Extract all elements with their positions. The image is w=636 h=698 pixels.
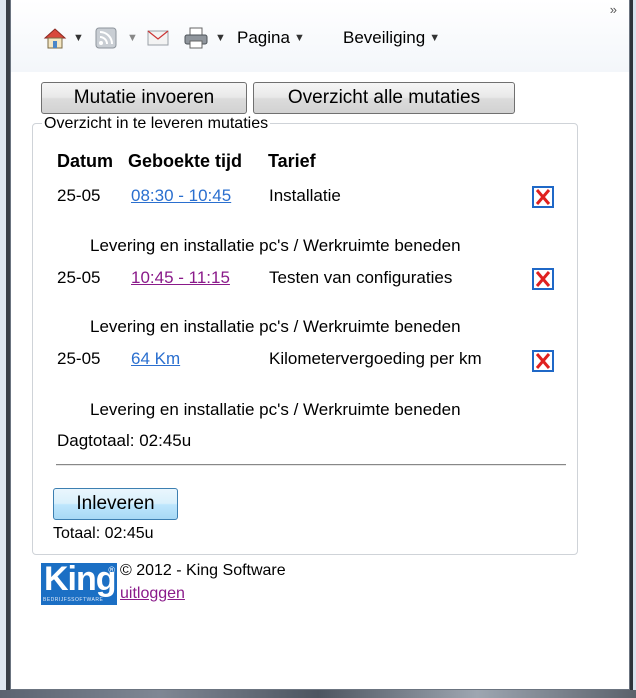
window-left-border <box>0 0 10 698</box>
delete-cross-icon <box>535 189 551 205</box>
home-icon <box>43 26 67 50</box>
row-description: Levering en installatie pc's / Werkruimt… <box>90 400 461 419</box>
delete-button[interactable] <box>532 350 554 372</box>
panel-legend: Overzicht in te leveren mutaties <box>42 115 271 133</box>
row-time-link[interactable]: 08:30 - 10:45 <box>131 186 231 206</box>
delete-cross-icon <box>535 271 551 287</box>
toolbar-overflow-chevron[interactable]: » <box>610 2 617 17</box>
home-dropdown-arrow[interactable]: ▼ <box>73 24 84 52</box>
feeds-dropdown-arrow[interactable]: ▼ <box>127 24 138 52</box>
logo-text: King <box>44 560 117 598</box>
delete-cross-icon <box>535 353 551 369</box>
mail-icon <box>147 28 171 48</box>
king-logo: King ® BEDRIJFSSOFTWARE <box>41 560 117 605</box>
submit-button[interactable]: Inleveren <box>53 488 178 520</box>
print-dropdown-arrow[interactable]: ▼ <box>215 24 226 52</box>
page-menu-label: Pagina <box>237 28 290 47</box>
all-mutations-button[interactable]: Overzicht alle mutaties <box>253 82 515 114</box>
row-date: 25-05 <box>57 268 101 287</box>
delete-button[interactable] <box>532 268 554 290</box>
row-date: 25-05 <box>57 186 101 205</box>
feeds-icon <box>95 27 117 49</box>
logo-registered-mark: ® <box>108 565 115 575</box>
logout-link[interactable]: uitloggen <box>120 585 185 603</box>
page-menu[interactable]: Pagina ▼ <box>237 24 305 52</box>
row-description: Levering en installatie pc's / Werkruimt… <box>90 236 461 255</box>
print-button[interactable] <box>183 24 209 52</box>
grand-total: Totaal: 02:45u <box>53 525 154 542</box>
copyright-text: © 2012 - King Software <box>120 562 286 579</box>
feeds-button[interactable] <box>95 24 117 52</box>
column-header-date: Datum <box>57 151 114 171</box>
security-menu-arrow: ▼ <box>429 32 441 44</box>
row-rate: Testen van configuraties <box>269 268 453 287</box>
row-rate: Installatie <box>269 186 341 205</box>
column-header-booked-time: Geboekte tijd <box>128 151 243 171</box>
delete-button[interactable] <box>532 186 554 208</box>
logo-subtext: BEDRIJFSSOFTWARE <box>43 597 104 603</box>
column-header-rate: Tarief <box>268 151 316 171</box>
taskbar-strip <box>0 690 636 698</box>
mail-button[interactable] <box>147 24 171 52</box>
divider <box>56 464 566 466</box>
command-bar: ▼ ▼ ▼ Pagina ▼ Beveiliging ▼ » <box>11 0 629 72</box>
mutation-entry-button[interactable]: Mutatie invoeren <box>41 82 247 114</box>
security-menu[interactable]: Beveiliging ▼ <box>343 24 440 52</box>
row-time-link[interactable]: 64 Km <box>131 349 180 369</box>
row-time-link[interactable]: 10:45 - 11:15 <box>131 268 230 288</box>
security-menu-label: Beveiliging <box>343 28 426 47</box>
page-menu-arrow: ▼ <box>293 32 305 44</box>
print-icon <box>183 26 209 50</box>
home-button[interactable] <box>43 24 67 52</box>
row-date: 25-05 <box>57 349 101 368</box>
day-total: Dagtotaal: 02:45u <box>57 431 192 450</box>
row-description: Levering en installatie pc's / Werkruimt… <box>90 317 461 336</box>
row-rate: Kilometervergoeding per km <box>269 349 482 368</box>
window-right-border <box>630 0 636 698</box>
